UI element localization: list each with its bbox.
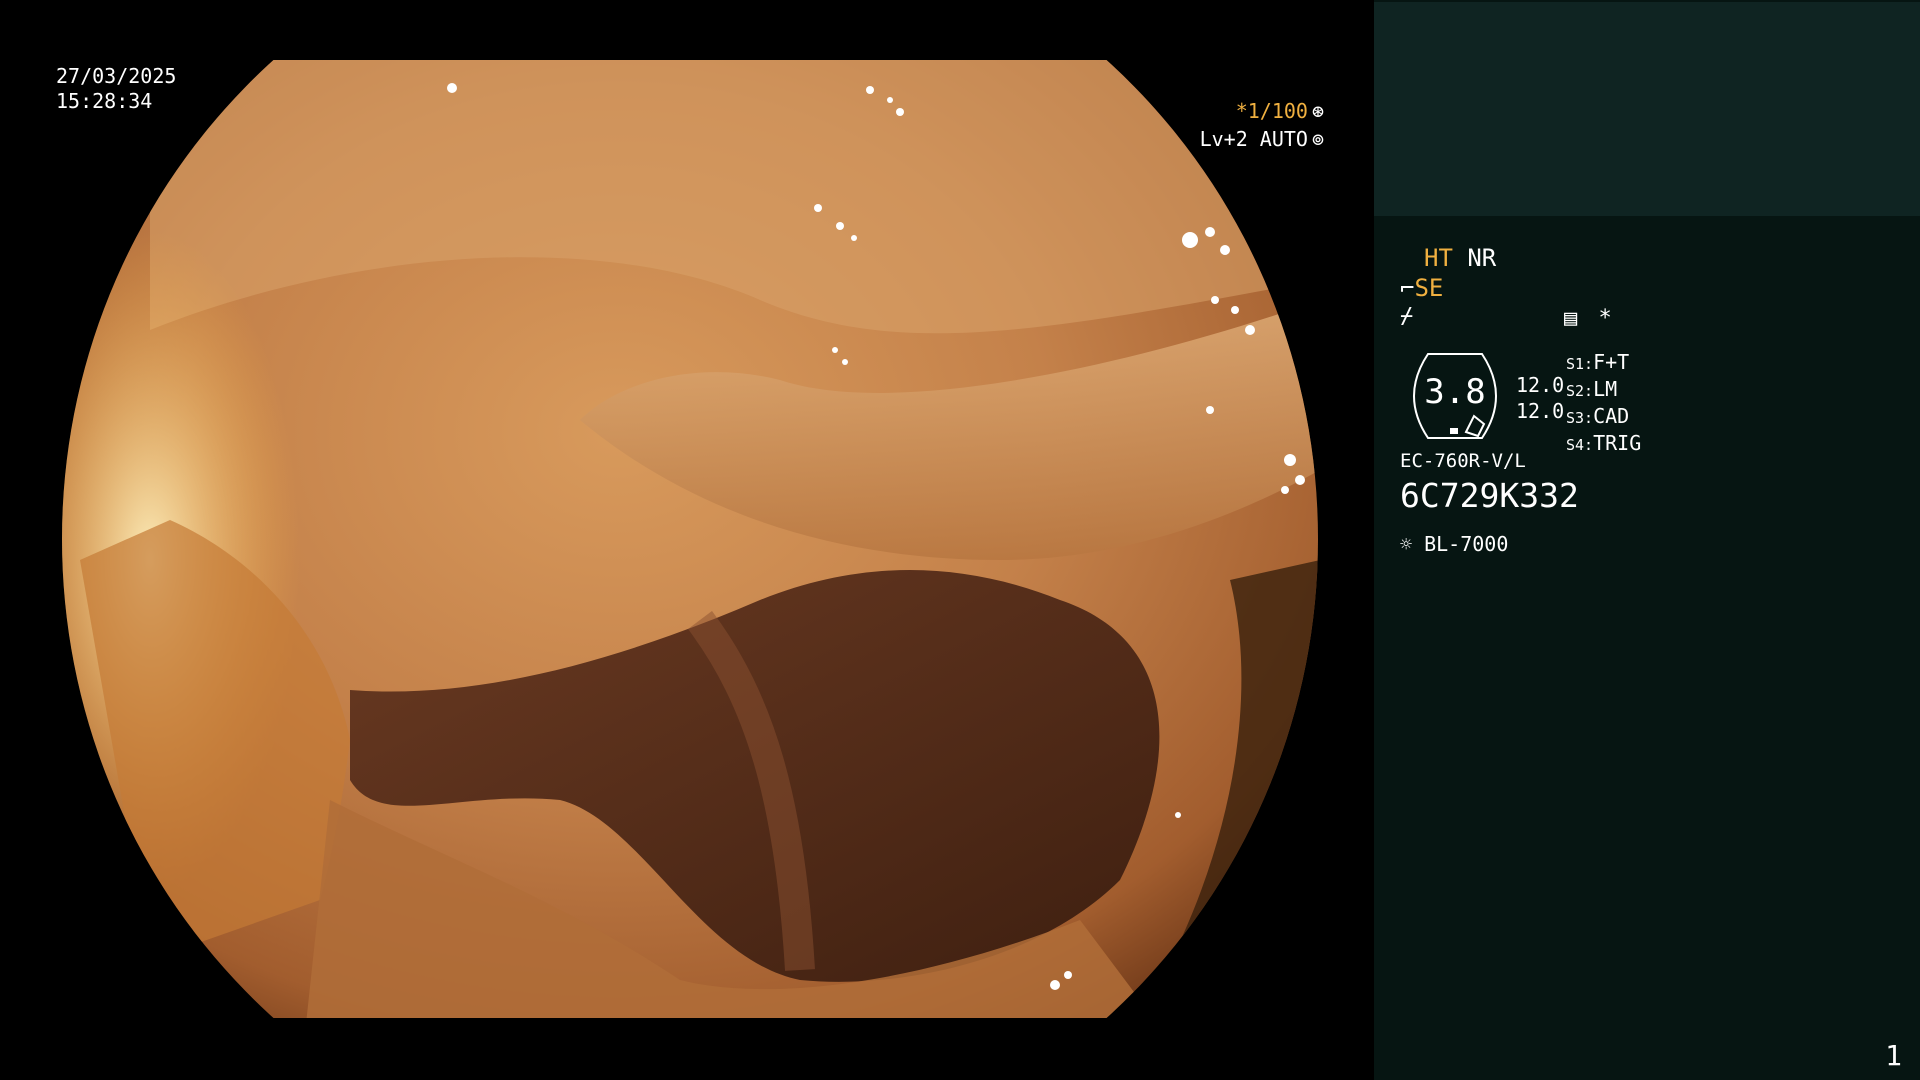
menu-list-icon: ▤ [1564,306,1578,331]
switch-assignments: S1:F+T S2:LM S3:CAD S4:TRIG [1566,350,1641,458]
freeze-icon: ⌿ [1400,304,1414,329]
image-mode-row: HT NR [1424,244,1496,272]
structure-enhance-icon: ⌐ [1400,274,1415,302]
panel-header-area [1374,2,1920,216]
slot-row: S2:LM [1566,377,1618,401]
asterisk-mark: * [1598,306,1612,331]
nr-label: NR [1467,244,1497,272]
endoscopy-view: 27/03/2025 15:28:34 *1/100 ⊛ Lv+2 AUTO ⊚ [0,0,1372,1080]
slot-row: S4:TRIG [1566,431,1642,455]
slot-row: S1:F+T [1566,350,1630,374]
page-number: 1 [1885,1039,1902,1072]
brightness-level: Lv+2 AUTO [1199,127,1308,151]
readout-1: 12.0 [1516,373,1565,397]
slot-row: S3:CAD [1566,404,1630,428]
gauge-readouts: 12.0 12.0 [1516,372,1564,424]
endoscopic-image [0,0,1372,1080]
scope-model: EC-760R-V/L [1400,450,1526,472]
se-label: SE [1414,274,1444,302]
sun-icon: ☼ [1400,532,1413,556]
exposure-info: *1/100 ⊛ Lv+2 AUTO ⊚ [1200,97,1324,153]
scope-serial: 6C729K332 [1400,476,1579,515]
datetime-display: 27/03/2025 15:28:34 [56,64,176,114]
shutter-speed: *1/100 [1235,99,1308,123]
gauge-value: 3.8 [1424,372,1486,412]
status-panel: HT NR ⌐SE ⌿ ▤ * 3.8 12.0 12.0 S1:F+T S2:… [1374,0,1920,1080]
ht-label: HT [1424,244,1453,272]
date-text: 27/03/2025 [56,64,177,88]
structure-enhance-row: ⌐SE [1400,274,1443,302]
light-source-label: BL-7000 [1424,532,1509,556]
readout-2: 12.0 [1516,399,1565,423]
aperture-icon: ⊛ [1311,99,1324,123]
time-text: 15:28:34 [56,89,153,113]
icon-row: ▤ * [1564,306,1612,331]
iris-icon: ⊚ [1311,127,1324,151]
light-source-row: ☼ BL-7000 [1400,532,1508,556]
